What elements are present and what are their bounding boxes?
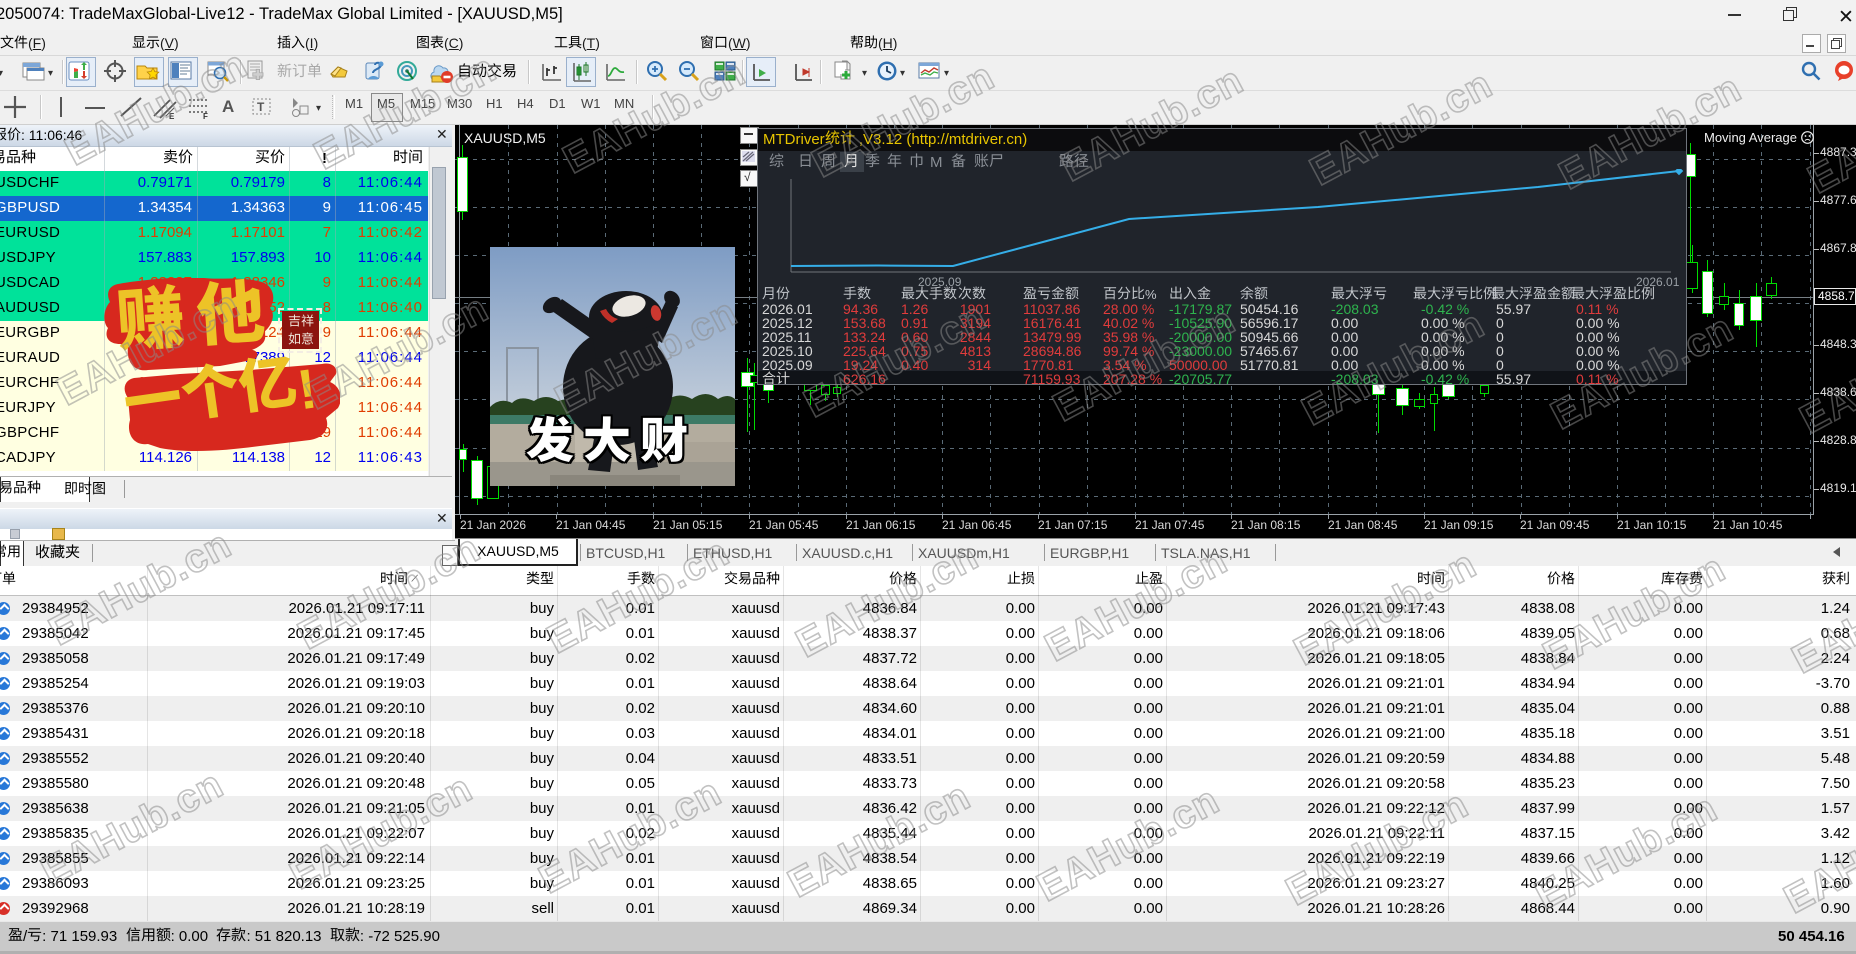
svg-text:F: F [203,112,208,120]
svg-text:E: E [169,112,175,120]
svg-text:T: T [257,100,265,114]
